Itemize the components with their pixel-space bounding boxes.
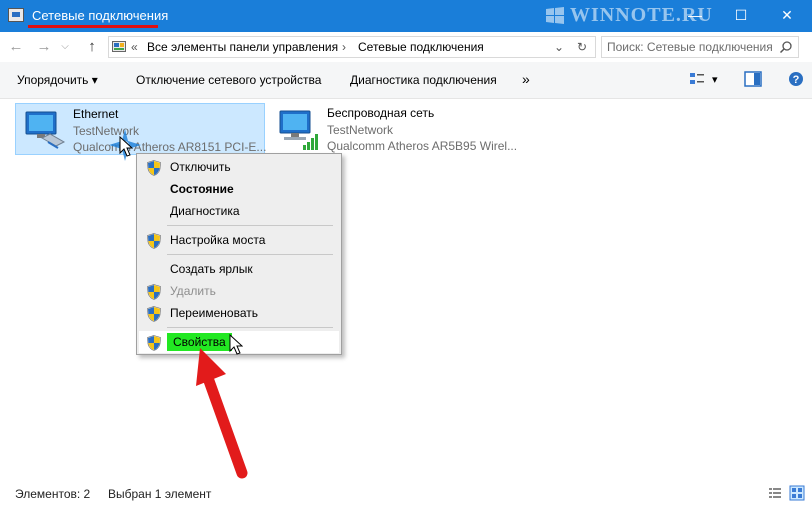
search-icon[interactable] [779,40,793,54]
up-button[interactable]: ↑ [82,36,102,58]
menu-item-rename[interactable]: Переименовать [139,302,339,324]
search-box[interactable]: Поиск: Сетевые подключения [601,36,799,58]
menu-item-bridge[interactable]: Настройка моста [139,229,339,251]
watermark-logo-icon [546,7,564,24]
disable-device-button[interactable]: Отключение сетевого устройства [136,73,321,87]
title-bar[interactable]: Сетевые подключения WINNOTE.RU — ☐ ✕ [0,0,812,32]
forward-button[interactable]: → [34,36,54,58]
breadcrumb-control-panel[interactable]: Все элементы панели управления [147,40,338,54]
uac-shield-icon [147,160,161,176]
uac-shield-icon [147,233,161,249]
close-button[interactable]: ✕ [764,0,810,32]
change-view-icon[interactable] [689,71,705,87]
more-commands-button[interactable]: » [522,71,530,87]
ethernet-adapter-icon [25,111,66,149]
menu-item-diagnostics[interactable]: Диагностика [139,200,339,222]
help-icon[interactable]: ? [788,71,804,87]
item-count: Элементов: 2 [15,487,91,501]
menu-item-label: Состояние [170,182,234,196]
search-placeholder: Поиск: Сетевые подключения [607,40,773,54]
control-panel-icon [112,41,126,52]
refresh-button[interactable]: ↻ [577,40,587,54]
connection-name: Ethernet [73,107,119,121]
svg-text:?: ? [793,74,800,86]
title-underline-annotation [28,25,158,28]
menu-item-delete[interactable]: Удалить [139,280,339,302]
organize-button[interactable]: Упорядочить ▾ [17,73,98,87]
menu-item-label: Создать ярлык [170,262,253,276]
menu-item-status[interactable]: Состояние [139,178,339,200]
network-connections-icon[interactable] [8,8,24,22]
address-prefix[interactable]: « [131,40,138,54]
minimize-button[interactable]: — [672,0,718,32]
wireless-adapter-icon [279,110,318,150]
selection-count: Выбран 1 элемент [108,487,212,501]
menu-separator [167,254,333,255]
menu-separator [167,327,333,328]
maximize-button[interactable]: ☐ [718,0,764,32]
menu-item-label: Отключить [170,160,231,174]
uac-shield-icon [147,306,161,322]
connection-network: TestNetwork [327,123,394,137]
menu-item-label: Удалить [170,284,216,298]
status-bar: Элементов: 2 Выбран 1 элемент [0,482,812,506]
uac-shield-icon [147,284,161,300]
breadcrumb-network-connections[interactable]: Сетевые подключения [358,40,484,54]
connection-device: Qualcomm Atheros AR5B95 Wirel... [327,139,518,153]
uac-shield-icon [147,335,161,351]
menu-item-label: Переименовать [170,306,258,320]
connection-name: Беспроводная сеть [327,106,435,120]
red-annotation-arrow [196,348,248,479]
menu-item-disable[interactable]: Отключить [139,156,339,178]
connection-item-wireless[interactable]: Беспроводная сеть TestNetwork Qualcomm A… [270,103,530,155]
menu-separator [167,225,333,226]
menu-item-label: Диагностика [170,204,240,218]
navigation-bar: ← → ⌵ ↑ « Все элементы панели управления… [0,32,812,62]
window-title: Сетевые подключения [32,8,169,23]
command-bar: Упорядочить ▾ Отключение сетевого устрой… [0,62,812,99]
recent-locations-button[interactable]: ⌵ [58,36,72,58]
diagnose-connection-button[interactable]: Диагностика подключения [350,73,497,87]
details-view-icon[interactable] [768,486,782,500]
connection-device: Qualcomm Atheros AR8151 PCI-E... [73,140,267,154]
breadcrumb-separator[interactable]: › [342,40,346,54]
menu-item-label: Настройка моста [170,233,266,247]
address-dropdown-button[interactable]: ⌄ [554,40,564,54]
back-button[interactable]: ← [6,36,26,58]
mouse-cursor-icon [119,136,133,157]
view-options-dropdown[interactable]: ▾ [712,73,718,86]
large-icons-view-icon[interactable] [789,485,805,501]
address-bar[interactable]: « Все элементы панели управления › Сетев… [108,36,596,58]
menu-item-create-shortcut[interactable]: Создать ярлык [139,258,339,280]
context-menu: Отключить Состояние Диагностика Настройк… [136,153,342,355]
preview-pane-icon[interactable] [744,71,762,87]
